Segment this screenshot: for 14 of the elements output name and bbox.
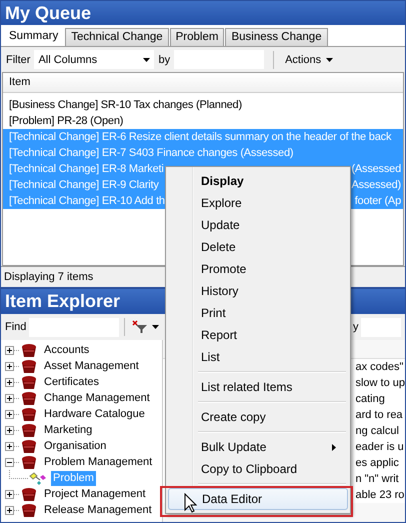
table-cell: es applic (355, 457, 399, 469)
table-cell: ng calcul (355, 425, 399, 437)
table-cell: able 23 ro (355, 489, 404, 501)
table-cell: n "n" writ (355, 473, 399, 485)
panel-title: My Queue (1, 1, 405, 25)
table-cell: slow to up (355, 377, 405, 389)
table-cell: ard to rea (355, 409, 403, 421)
table-cell: cating (355, 393, 385, 405)
filter-label: Filter (5, 54, 32, 66)
find-label: Find (4, 321, 28, 333)
table-cell: ax codes" (355, 361, 404, 373)
by-label: by (157, 54, 172, 66)
table-cell: eader is u (355, 441, 404, 453)
toolbar-text: y (353, 321, 358, 333)
